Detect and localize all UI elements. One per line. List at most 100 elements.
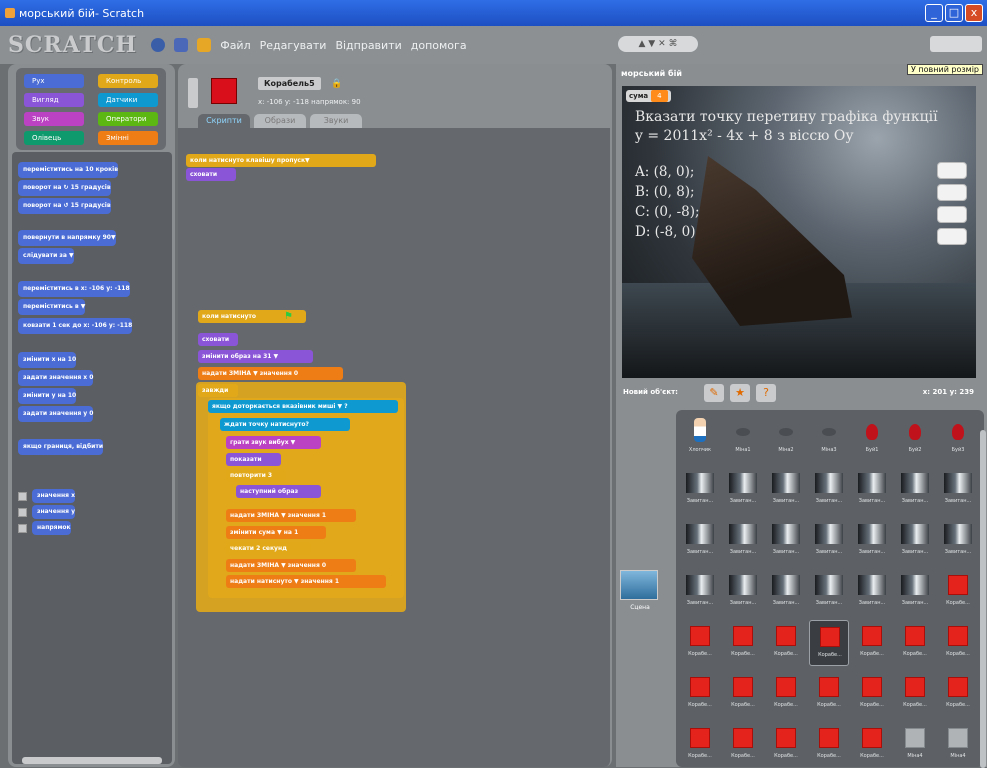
lock-icon[interactable]: 🔒 bbox=[331, 79, 342, 89]
sprite-tile[interactable]: Корабе... bbox=[766, 671, 806, 717]
palette-block[interactable]: задати значення x 0 bbox=[18, 370, 94, 386]
answer-a-button[interactable] bbox=[937, 162, 967, 179]
sprite-tile[interactable]: Завитан... bbox=[680, 518, 720, 564]
script-block[interactable]: змінити сума ▼ на 1 bbox=[226, 526, 326, 539]
script-block[interactable]: сховати bbox=[198, 333, 238, 346]
category-2[interactable]: Вигляд bbox=[24, 93, 84, 107]
reporter-checkbox[interactable] bbox=[18, 492, 27, 501]
script-block[interactable]: показати bbox=[226, 453, 281, 466]
sprite-tile[interactable]: Завитан... bbox=[895, 569, 935, 615]
language-globe-icon[interactable] bbox=[151, 38, 166, 52]
palette-block[interactable]: поворот на ↺ 15 градусів bbox=[18, 198, 111, 214]
sprite-tile[interactable]: Буй2 bbox=[895, 416, 935, 462]
answer-b-button[interactable] bbox=[937, 184, 967, 201]
script-block[interactable]: чекати 2 секунд bbox=[226, 542, 311, 555]
menu-edit[interactable]: Редагувати bbox=[260, 39, 327, 52]
sprite-tile[interactable]: Завитан... bbox=[809, 518, 849, 564]
palette-block[interactable]: змінити y на 10 bbox=[18, 388, 77, 404]
category-0[interactable]: Рух bbox=[24, 74, 84, 88]
sprite-tile[interactable]: Корабе... bbox=[852, 671, 892, 717]
sprite-tile[interactable]: Завитан... bbox=[895, 518, 935, 564]
palette-block[interactable]: якщо границя, відбити bbox=[18, 439, 104, 455]
palette-block[interactable]: повернути в напрямку 90▼ bbox=[18, 230, 116, 246]
sprite-tile[interactable]: Завитан... bbox=[723, 569, 763, 615]
choose-sprite-icon[interactable]: ★ bbox=[730, 384, 750, 402]
hide-block[interactable]: сховати bbox=[186, 168, 236, 181]
answer-c-button[interactable] bbox=[937, 206, 967, 223]
sprite-tile[interactable]: Завитан... bbox=[766, 569, 806, 615]
paint-new-sprite-icon[interactable]: ✎ bbox=[704, 384, 724, 402]
script-block[interactable]: змінити образ на 31 ▼ bbox=[198, 350, 313, 363]
view-mode-buttons[interactable] bbox=[930, 36, 982, 52]
sprite-tile[interactable]: Завитан... bbox=[852, 467, 892, 513]
sprite-tile[interactable]: Міна3 bbox=[809, 416, 849, 462]
palette-block[interactable]: переміститись на 10 кроків bbox=[18, 162, 119, 178]
sprite-tile[interactable]: Корабе... bbox=[938, 569, 978, 615]
category-5[interactable]: Оператори bbox=[98, 112, 158, 126]
tab-scripts[interactable]: Скрипти bbox=[198, 114, 250, 128]
sprite-tile[interactable]: Завитан... bbox=[852, 518, 892, 564]
sprite-tile[interactable]: Завитан... bbox=[723, 467, 763, 513]
sprite-tile[interactable]: Корабе... bbox=[852, 620, 892, 666]
tab-sounds[interactable]: Звуки bbox=[310, 114, 362, 128]
sprite-tile[interactable]: Корабе... bbox=[809, 722, 849, 768]
script-block[interactable]: надати ЗМІНА ▼ значення 0 bbox=[226, 559, 356, 572]
palette-block[interactable]: задати значення y 0 bbox=[18, 406, 94, 422]
tab-costumes[interactable]: Образи bbox=[254, 114, 306, 128]
palette-block[interactable]: змінити x на 10 bbox=[18, 352, 77, 368]
sprite-tile[interactable]: Завитан... bbox=[938, 518, 978, 564]
palette-block[interactable]: поворот на ↻ 15 градусів bbox=[18, 180, 111, 196]
menu-help[interactable]: допомога bbox=[411, 39, 467, 52]
share-icon[interactable] bbox=[197, 38, 212, 52]
sprite-tile[interactable]: Корабе... bbox=[895, 620, 935, 666]
sprite-tile[interactable]: Завитан... bbox=[852, 569, 892, 615]
sprite-tile[interactable]: Міна4 bbox=[938, 722, 978, 768]
sprite-tile[interactable]: Корабе... bbox=[895, 671, 935, 717]
sprite-tile[interactable]: Корабе... bbox=[680, 620, 720, 666]
reporter-checkbox[interactable] bbox=[18, 508, 27, 517]
sprite-tile[interactable]: Корабе... bbox=[680, 722, 720, 768]
save-icon[interactable] bbox=[174, 38, 189, 52]
palette-block[interactable]: ковзати 1 сек до x: -106 y: -118 bbox=[18, 318, 133, 334]
sprite-tile[interactable]: Завитан... bbox=[680, 467, 720, 513]
sprite-tile[interactable]: Завитан... bbox=[895, 467, 935, 513]
sprite-tile[interactable]: Завитан... bbox=[766, 467, 806, 513]
script-block[interactable]: надати натиснуто ▼ значення 1 bbox=[226, 575, 386, 588]
sprite-tile[interactable]: Корабе... bbox=[723, 722, 763, 768]
script-block[interactable]: надати ЗМІНА ▼ значення 0 bbox=[198, 367, 343, 380]
palette-block[interactable]: слідувати за ▼ bbox=[18, 248, 74, 264]
sprite-tile[interactable]: Завитан... bbox=[809, 467, 849, 513]
hat-block-key[interactable]: коли натиснуто клавішу пропуск▼ bbox=[186, 154, 376, 167]
sprite-tile[interactable]: Завитан... bbox=[766, 518, 806, 564]
sprite-tile[interactable]: Корабе... bbox=[809, 620, 849, 666]
script-block[interactable]: грати звук вибух ▼ bbox=[226, 436, 321, 449]
category-7[interactable]: Змінні bbox=[98, 131, 158, 145]
category-6[interactable]: Олівець bbox=[24, 131, 84, 145]
sprite-tile[interactable]: Завитан... bbox=[680, 569, 720, 615]
palette-block[interactable]: переміститись в ▼ bbox=[18, 299, 86, 315]
sprite-tile[interactable]: Завитан... bbox=[809, 569, 849, 615]
sprite-tile[interactable]: Корабе... bbox=[723, 671, 763, 717]
sprite-tile[interactable]: Завитан... bbox=[723, 518, 763, 564]
stage[interactable]: сума 4 Вказати точку перетину графіка фун… bbox=[622, 86, 976, 378]
palette-scrollbar[interactable] bbox=[22, 757, 162, 764]
reporter-block[interactable]: значення x bbox=[32, 489, 75, 503]
sprite-tile[interactable]: Міна2 bbox=[766, 416, 806, 462]
close-button[interactable]: x bbox=[965, 4, 983, 22]
sprite-tile[interactable]: Корабе... bbox=[723, 620, 763, 666]
menu-share[interactable]: Відправити bbox=[335, 39, 401, 52]
script-block[interactable]: повторити 3 bbox=[226, 469, 286, 482]
sprite-tile[interactable]: Буй3 bbox=[938, 416, 978, 462]
category-1[interactable]: Контроль bbox=[98, 74, 158, 88]
sprite-tile[interactable]: Корабе... bbox=[852, 722, 892, 768]
minimize-button[interactable]: _ bbox=[925, 4, 943, 22]
sprite-tile[interactable]: Корабе... bbox=[938, 620, 978, 666]
scripts-area[interactable]: коли натиснуто клавішу пропуск▼ сховати ко… bbox=[178, 128, 610, 767]
sprite-tile[interactable]: Буй1 bbox=[852, 416, 892, 462]
sprite-tile[interactable]: Міна4 bbox=[895, 722, 935, 768]
sprite-tile[interactable]: Корабе... bbox=[766, 722, 806, 768]
script-block[interactable]: завжди bbox=[198, 384, 238, 397]
script-block[interactable]: надати ЗМІНА ▼ значення 1 bbox=[226, 509, 356, 522]
category-3[interactable]: Датчики bbox=[98, 93, 158, 107]
sprite-tile[interactable]: Корабе... bbox=[938, 671, 978, 717]
